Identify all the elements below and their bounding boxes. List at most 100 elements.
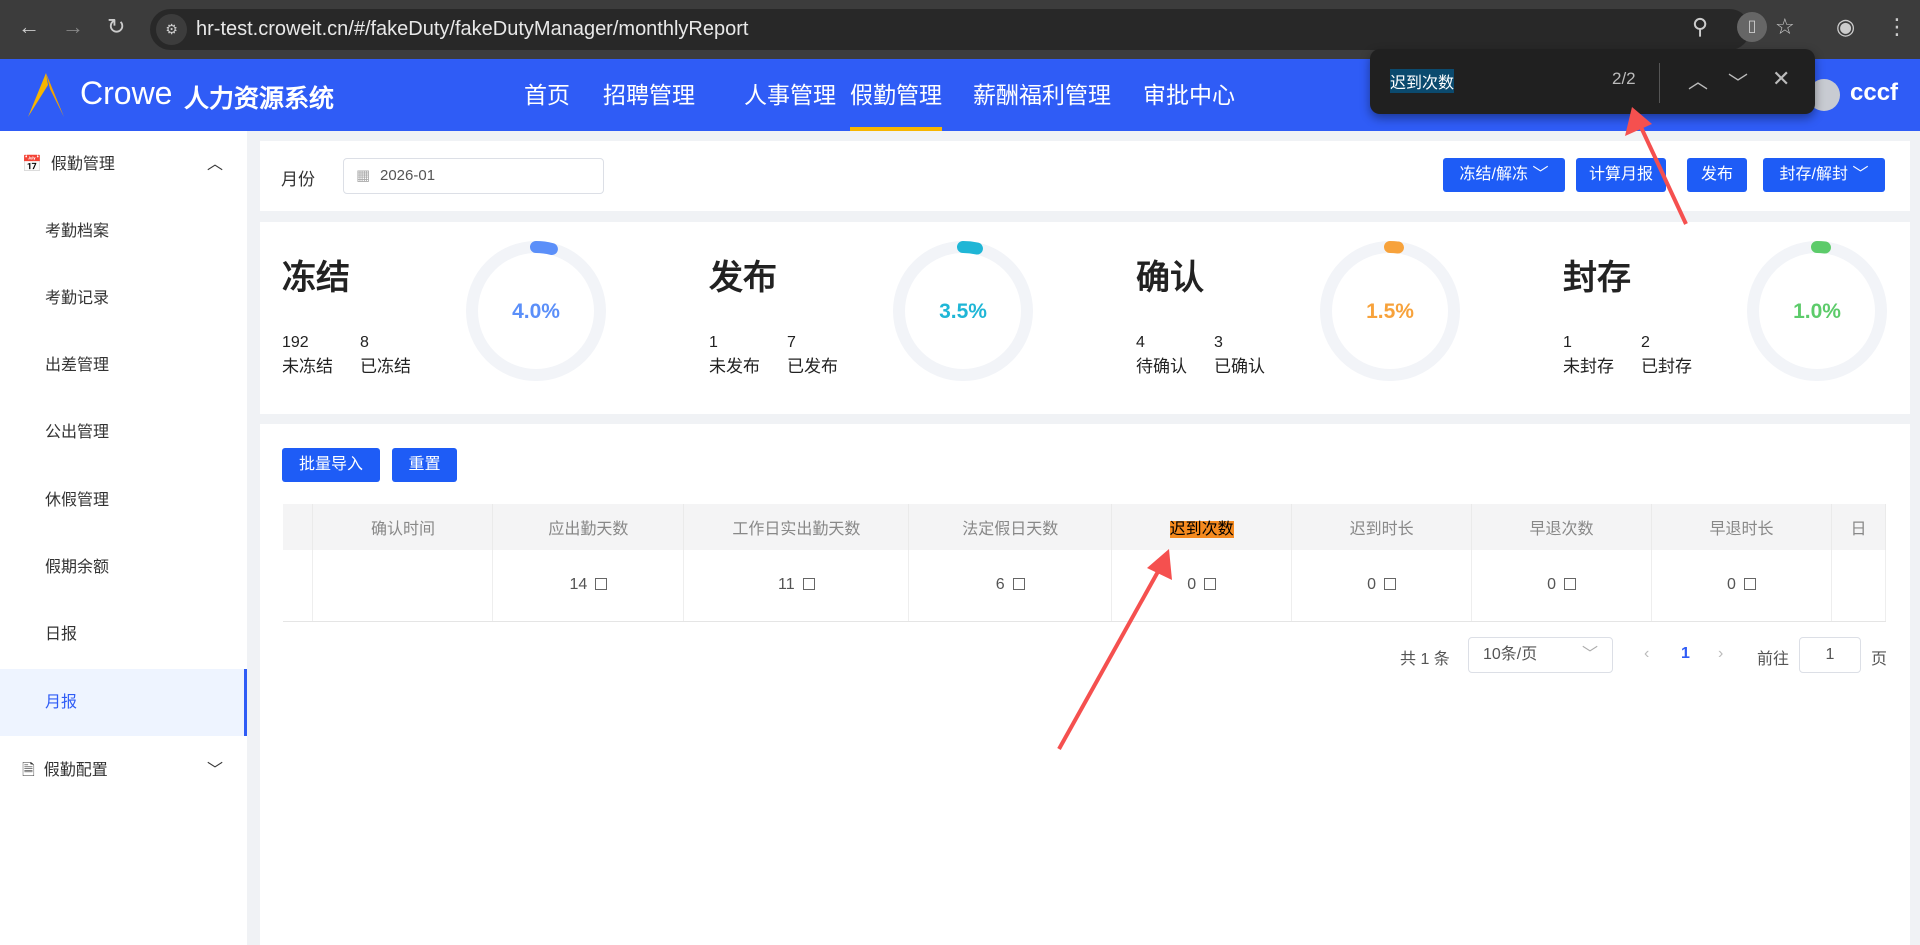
bookmark-star-icon[interactable]: ☆ [1775,14,1795,40]
calendar-icon: ▦ [356,167,371,184]
find-page-icon[interactable]: ▯ [1737,12,1767,42]
edit-icon[interactable] [1384,578,1397,591]
stat-a-label: 未封存 [1563,357,1614,376]
next-page-icon[interactable]: › [1718,645,1723,663]
sidebar-item-monthly[interactable]: 月报 [0,669,247,736]
stat-a-label: 未冻结 [282,357,333,376]
page-1[interactable]: 1 [1681,645,1690,663]
back-icon[interactable]: ← [18,14,40,40]
column-header: 工作日实出勤天数 [683,504,910,550]
stat-percent: 1.5% [1366,300,1414,323]
find-close-icon[interactable]: ✕ [1772,66,1790,92]
sidebar-group-attendance[interactable]: 📅 假勤管理 ︿ [0,131,247,198]
reload-icon[interactable]: ↻ [107,14,125,40]
sidebar-group-config[interactable]: 🗎 假勤配置 ﹀ [0,737,247,804]
find-prev-icon[interactable]: ︿ [1688,65,1708,94]
stat-b-label: 已封存 [1641,357,1692,376]
total-count: 共 1 条 [1400,651,1450,668]
chevron-down-icon: ﹀ [206,762,223,779]
stat-b-label: 已确认 [1214,357,1265,376]
nav-personnel[interactable]: 人事管理 [744,59,836,131]
stat-1: 发布 1 7 未发布 已发布 [709,250,838,376]
user-name[interactable]: cccf [1850,79,1898,107]
address-bar[interactable]: ⚙ hr-test.croweit.cn/#/fakeDuty/fakeDutyM… [150,9,1750,50]
chevron-up-icon: ︿ [206,156,223,173]
archive-dropdown-button[interactable]: 封存/解封 ﹀ [1763,158,1885,192]
goto-page-input[interactable]: 1 [1799,637,1861,673]
stat-ring: 1.5% [1320,241,1460,381]
edit-icon[interactable] [1012,578,1025,591]
column-header: 日 [1831,504,1887,550]
table-card: 批量导入 重置 [260,424,1910,945]
nav-home[interactable]: 首页 [524,59,570,131]
profile-icon[interactable]: ◉ [1836,14,1855,40]
table-cell[interactable]: 6 [908,550,1113,622]
month-picker[interactable]: ▦ 2026-01 [343,158,604,194]
stat-percent: 1.0% [1793,300,1841,323]
zoom-icon[interactable]: ⚲ [1692,14,1708,40]
page-size-select[interactable]: 10条/页 ﹀ [1468,637,1613,673]
table-cell[interactable]: 14 [492,550,685,622]
table-cell[interactable]: 0 [1291,550,1473,622]
nav-approval[interactable]: 审批中心 [1143,59,1235,131]
stat-2: 确认 4 3 待确认 已确认 [1136,250,1265,376]
column-header: 应出勤天数 [492,504,685,550]
find-next-icon[interactable]: ﹀ [1728,67,1748,96]
stat-a-num: 4 [1136,334,1145,351]
table-cell[interactable]: 0 [1111,550,1293,622]
table-cell [1831,550,1887,622]
stat-title: 冻结 [282,259,350,297]
sidebar-item-records[interactable]: 考勤记录 [0,265,247,332]
table-cell[interactable]: 0 [1471,550,1653,622]
column-header: 早退次数 [1471,504,1653,550]
column-header: 法定假日天数 [908,504,1113,550]
prev-page-icon[interactable]: ‹ [1644,645,1649,663]
find-input[interactable]: 迟到次数 [1390,69,1455,93]
stat-percent: 4.0% [512,300,560,323]
sidebar-item-archive[interactable]: 考勤档案 [0,198,247,265]
stat-title: 封存 [1563,259,1631,297]
stat-b-label: 已冻结 [360,357,411,376]
nav-salary[interactable]: 薪酬福利管理 [973,59,1111,131]
nav-attendance[interactable]: 假勤管理 [850,59,942,131]
sidebar-item-official-out[interactable]: 公出管理 [0,399,247,466]
edit-icon[interactable] [1743,578,1756,591]
freeze-dropdown-button[interactable]: 冻结/解冻 ﹀ [1443,158,1565,192]
sidebar-item-daily[interactable]: 日报 [0,601,247,668]
edit-icon[interactable] [1564,578,1576,591]
sidebar: 📅 假勤管理 ︿ 考勤档案 考勤记录 出差管理 公出管理 休假管理 假期余额 日报… [0,131,247,945]
batch-import-button[interactable]: 批量导入 [282,448,380,482]
system-name: 人力资源系统 [184,85,335,113]
stat-ring: 3.5% [893,241,1033,381]
brand-name: Crowe [80,75,173,111]
stat-title: 确认 [1136,259,1204,297]
forward-icon[interactable]: → [62,14,84,40]
calc-monthly-button[interactable]: 计算月报 [1576,158,1666,192]
sidebar-item-business-trip[interactable]: 出差管理 [0,332,247,399]
goto-label: 前往 [1757,651,1790,668]
find-count: 2/2 [1612,69,1636,88]
column-header: 早退时长 [1651,504,1832,550]
edit-icon[interactable] [595,578,608,591]
table-cell[interactable]: 0 [1651,550,1832,622]
sidebar-item-leave-balance[interactable]: 假期余额 [0,534,247,601]
sidebar-item-leave[interactable]: 休假管理 [0,467,247,534]
column-header: 迟到时长 [1291,504,1473,550]
edit-icon[interactable] [1204,578,1217,591]
edit-icon[interactable] [802,578,815,591]
monthly-report-table: 确认时间 应出勤天数 工作日实出勤天数 法定假日天数 迟到次数 迟到时长 早退次数 早退时长日… [283,504,1887,622]
column-header: 确认时间 [312,504,494,550]
stat-a-label: 待确认 [1136,357,1187,376]
publish-button[interactable]: 发布 [1687,158,1747,192]
menu-icon[interactable]: ⋮ [1886,14,1908,40]
nav-recruit[interactable]: 招聘管理 [603,59,695,131]
site-settings-icon[interactable]: ⚙ [156,14,187,45]
stat-b-num: 3 [1214,334,1223,351]
stat-a-num: 192 [282,334,309,351]
find-bar: 迟到次数 2/2 ︿ ﹀ ✕ [1370,49,1815,114]
table-cell[interactable]: 11 [683,550,910,622]
config-doc-icon: 🗎 [22,762,35,779]
reset-button[interactable]: 重置 [392,448,457,482]
stat-a-label: 未发布 [709,357,760,376]
column-header: 迟到次数 [1111,504,1293,550]
